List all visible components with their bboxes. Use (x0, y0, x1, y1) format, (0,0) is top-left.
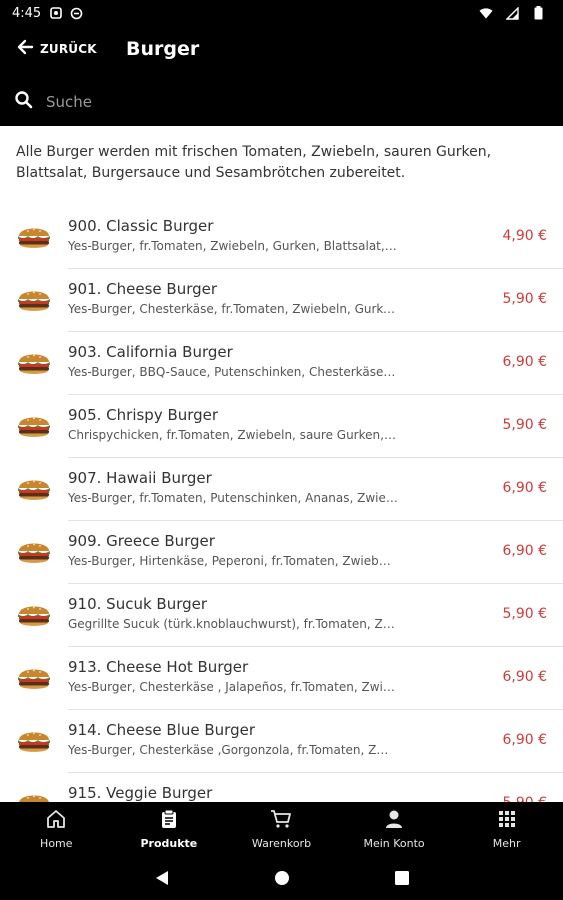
product-row[interactable]: 910. Sucuk Burger Gegrillte Sucuk (türk.k… (0, 584, 563, 647)
product-name: 909. Greece Burger (68, 532, 215, 550)
product-name: 910. Sucuk Burger (68, 595, 208, 613)
product-price: 5,90 € (502, 795, 547, 802)
back-label: ZURÜCK (40, 42, 97, 56)
nav-produkte-label: Produkte (140, 836, 198, 850)
product-ingredients: Chrispychicken, fr.Tomaten, Zwiebeln, sa… (68, 428, 398, 442)
nav-warenkorb-label: Warenkorb (251, 836, 312, 850)
product-ingredients: Yes-Burger, fr.Tomaten, Putenschinken, A… (68, 491, 398, 505)
burger-image (16, 411, 52, 441)
category-description: Alle Burger werden mit frischen Tomaten,… (16, 144, 492, 181)
app-header: ZURÜCK Burger (0, 26, 563, 126)
sync-icon (69, 6, 83, 20)
search-icon (14, 90, 34, 114)
product-row[interactable]: 913. Cheese Hot Burger Yes-Burger, Cheste… (0, 647, 563, 710)
product-ingredients: Yes-Burger, Chesterkäse , Jalapeños, fr.… (68, 680, 398, 694)
status-bar: 4:45 (0, 0, 563, 26)
grid-icon (497, 809, 517, 833)
nav-warenkorb[interactable]: Warenkorb (225, 802, 338, 856)
burger-image (16, 348, 52, 378)
nav-home[interactable]: Home (0, 802, 113, 856)
burger-image (16, 474, 52, 504)
nav-mehr-label: Mehr (492, 836, 521, 850)
clipboard-icon (159, 809, 179, 833)
product-price: 6,90 € (502, 354, 547, 370)
search-bar (14, 86, 549, 118)
product-ingredients: Yes-Burger, Chesterkäse, fr.Tomaten, Zwi… (68, 302, 398, 316)
product-row[interactable]: 914. Cheese Blue Burger Yes-Burger, Chest… (0, 710, 563, 773)
bottom-navigation: Home Produkte Warenkorb Mein Konto Mehr (0, 802, 563, 856)
product-ingredients: Yes-Burger, Chesterkäse ,Gorgonzola, fr.… (68, 743, 398, 757)
product-price: 6,90 € (502, 480, 547, 496)
nav-produkte[interactable]: Produkte (113, 802, 226, 856)
burger-image (16, 285, 52, 315)
product-price: 6,90 € (502, 732, 547, 748)
product-name: 907. Hawaii Burger (68, 469, 212, 487)
person-icon (384, 809, 404, 833)
burger-image (16, 663, 52, 693)
product-name: 914. Cheese Blue Burger (68, 721, 255, 739)
product-row[interactable]: 909. Greece Burger Yes-Burger, Hirtenkäse… (0, 521, 563, 584)
status-time: 4:45 (12, 5, 42, 21)
arrow-left-icon (16, 38, 34, 60)
search-input[interactable] (46, 93, 496, 111)
product-price: 4,90 € (502, 228, 547, 244)
product-name: 905. Chrispy Burger (68, 406, 219, 424)
system-navigation (0, 856, 563, 900)
nav-mein-konto[interactable]: Mein Konto (338, 802, 451, 856)
product-row[interactable]: 907. Hawaii Burger Yes-Burger, fr.Tomaten… (0, 458, 563, 521)
burger-image (16, 222, 52, 252)
cart-icon (270, 809, 292, 833)
nav-home-label: Home (40, 836, 73, 850)
product-price: 5,90 € (502, 606, 547, 622)
product-ingredients: Yes-Burger, Hirtenkäse, Peperoni, fr.Tom… (68, 554, 398, 568)
product-name: 903. California Burger (68, 343, 233, 361)
back-button[interactable]: ZURÜCK (16, 38, 97, 60)
burger-image (16, 789, 52, 802)
product-row[interactable]: 903. California Burger Yes-Burger, BBQ-Sa… (0, 332, 563, 395)
product-name: 915. Veggie Burger (68, 784, 213, 802)
product-price: 5,90 € (502, 417, 547, 433)
product-row[interactable]: 915. Veggie Burger 5,90 € (0, 773, 563, 802)
product-name: 913. Cheese Hot Burger (68, 658, 249, 676)
product-price: 5,90 € (502, 291, 547, 307)
system-home-button[interactable] (272, 868, 292, 888)
product-price: 6,90 € (502, 669, 547, 685)
product-price: 6,90 € (502, 543, 547, 559)
burger-image (16, 726, 52, 756)
product-ingredients: Gegrillte Sucuk (türk.knoblauchwurst), f… (68, 617, 398, 631)
product-list: 900. Classic Burger Yes-Burger, fr.Tomate… (0, 206, 563, 802)
nav-mehr[interactable]: Mehr (450, 802, 563, 856)
notification-icon (49, 6, 63, 20)
burger-image (16, 537, 52, 567)
page-title: Burger (126, 38, 200, 60)
product-name: 901. Cheese Burger (68, 280, 218, 298)
signal-icon (505, 6, 519, 20)
battery-icon (531, 6, 545, 20)
home-icon (46, 809, 66, 833)
burger-image (16, 600, 52, 630)
product-name: 900. Classic Burger (68, 217, 214, 235)
nav-mein-konto-label: Mein Konto (363, 836, 425, 850)
product-row[interactable]: 905. Chrispy Burger Chrispychicken, fr.To… (0, 395, 563, 458)
product-ingredients: Yes-Burger, fr.Tomaten, Zwiebeln, Gurken… (68, 239, 398, 253)
system-back-button[interactable] (152, 868, 172, 888)
product-ingredients: Yes-Burger, BBQ-Sauce, Putenschinken, Ch… (68, 365, 398, 379)
product-row[interactable]: 900. Classic Burger Yes-Burger, fr.Tomate… (0, 206, 563, 269)
wifi-icon (479, 6, 493, 20)
product-row[interactable]: 901. Cheese Burger Yes-Burger, Chesterkäs… (0, 269, 563, 332)
system-recents-button[interactable] (392, 868, 412, 888)
